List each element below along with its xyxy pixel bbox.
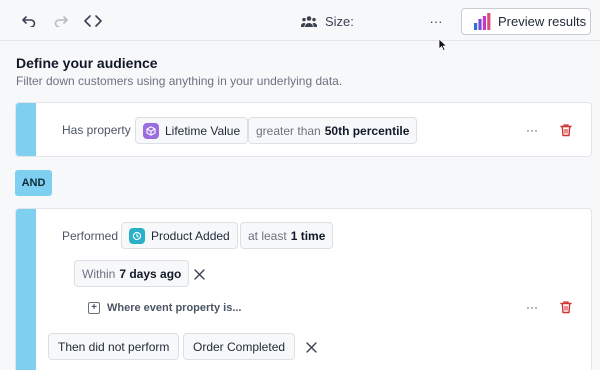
toolbar-more-button[interactable]: ··· (424, 8, 448, 34)
time-window-label: Within (82, 266, 116, 281)
property-name: Lifetime Value (165, 123, 241, 138)
property-selector[interactable]: Lifetime Value (135, 117, 249, 144)
mouse-cursor-icon (438, 38, 448, 52)
frequency-label: at least (248, 228, 287, 243)
toolbar: Size: ··· Preview results (0, 0, 600, 41)
condition-more-button[interactable]: ··· (523, 122, 541, 138)
operator-label: greater than (256, 123, 321, 138)
users-icon (301, 15, 317, 27)
cube-icon (143, 122, 159, 139)
add-event-property-filter[interactable]: + Where event property is... (88, 302, 241, 314)
remove-not-perform-button[interactable] (304, 340, 318, 354)
trash-icon[interactable] (559, 300, 573, 314)
performed-label: Performed (62, 229, 119, 243)
frequency-value: 1 time (290, 228, 326, 243)
audience-size: Size: (301, 12, 354, 30)
size-label: Size: (325, 13, 354, 29)
preview-results-button[interactable]: Preview results (461, 8, 591, 35)
and-connector[interactable]: AND (15, 170, 52, 196)
condition-accent-bar (16, 209, 36, 370)
redo-icon (54, 16, 68, 27)
condition-more-button[interactable]: ··· (523, 299, 541, 315)
undo-icon (22, 16, 36, 27)
condition-accent-bar (16, 103, 36, 156)
page-subtitle: Filter down customers using anything in … (16, 74, 343, 88)
page-title: Define your audience (16, 55, 158, 71)
close-icon (193, 268, 205, 280)
time-window-selector[interactable]: Within 7 days ago (74, 260, 190, 287)
operator-selector[interactable]: greater than 50th percentile (248, 117, 418, 144)
event-icon (129, 227, 145, 244)
more-icon: ··· (429, 13, 443, 29)
plus-icon: + (88, 302, 100, 314)
redo-button[interactable] (48, 8, 74, 34)
undo-button[interactable] (16, 8, 42, 34)
condition-card-property: Has property Lifetime Value greater than… (15, 102, 592, 157)
time-window-value: 7 days ago (119, 266, 182, 281)
trash-icon[interactable] (559, 123, 573, 137)
more-icon: ··· (526, 300, 538, 314)
remove-time-window-button[interactable] (192, 267, 206, 281)
has-property-label: Has property (62, 123, 131, 137)
not-perform-event-selector[interactable]: Order Completed (183, 333, 296, 360)
code-view-button[interactable] (80, 8, 106, 34)
did-not-perform-selector[interactable]: Then did not perform (48, 333, 180, 360)
event-name: Product Added (151, 228, 230, 243)
where-label: Where event property is... (107, 302, 242, 314)
operator-value: 50th percentile (324, 123, 410, 138)
frequency-selector[interactable]: at least 1 time (240, 222, 334, 249)
close-icon (305, 341, 317, 353)
bar-chart-icon (474, 13, 491, 30)
more-icon: ··· (526, 123, 538, 137)
preview-results-label: Preview results (498, 14, 587, 29)
code-icon (84, 15, 102, 27)
event-selector[interactable]: Product Added (121, 222, 238, 249)
